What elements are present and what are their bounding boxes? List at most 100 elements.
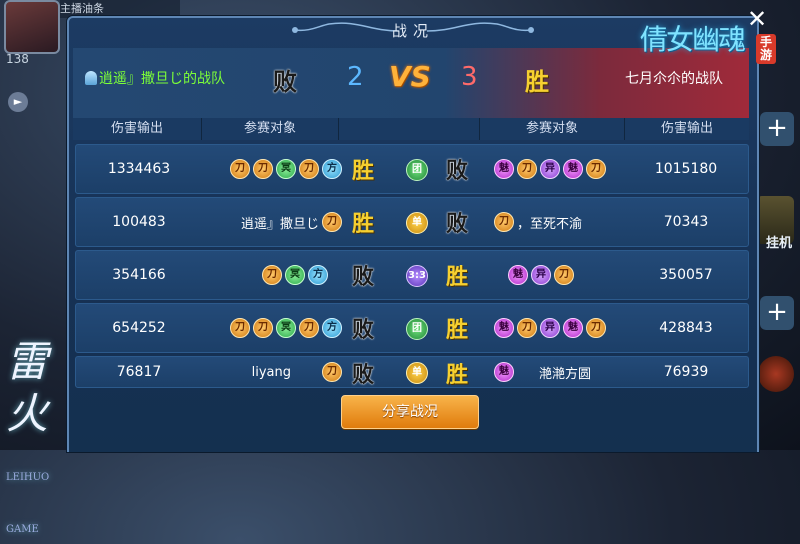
right-participants: 魅 滟滟方圆	[488, 357, 628, 387]
close-icon[interactable]: ✕	[744, 6, 770, 32]
right-team-name: 七月尒尒的战队	[625, 71, 723, 87]
left-team: 逍遥』撒旦じ的战队	[85, 68, 225, 88]
match-row[interactable]: 354166 刀 冥 方 败 3:3 胜 魅 异 刀 350057	[75, 250, 749, 300]
ming-class-icon: 冥	[276, 159, 296, 179]
match-row[interactable]: 654252 刀 刀 冥 刀 方 败 团 胜 魅 刀 异 魅 刀 428843	[75, 303, 749, 353]
yi-class-icon: 异	[531, 265, 551, 285]
mei-class-icon: 魅	[494, 318, 514, 338]
header-right-participants: 参赛对象	[480, 118, 625, 140]
right-result: 胜	[445, 362, 468, 388]
blade-class-icon: 刀	[253, 318, 273, 338]
player-count: 138	[6, 52, 29, 66]
ming-class-icon: 冥	[276, 318, 296, 338]
mei-class-icon: 魅	[508, 265, 528, 285]
match-row[interactable]: 100483 逍遥』撒旦じ 刀 胜 单 败 刀 ，至死不渝 70343	[75, 197, 749, 247]
left-player-name: 逍遥』撒旦じ	[240, 216, 319, 232]
left-result: 败	[351, 317, 374, 343]
right-result: 胜	[445, 317, 468, 343]
right-team-result: 胜	[525, 67, 549, 96]
right-damage: 428843	[659, 320, 713, 336]
left-participants: 刀 刀 冥 刀 方	[206, 145, 346, 193]
three-vs-three-mode-icon: 3:3	[406, 265, 428, 287]
left-participants: 刀 冥 方	[206, 251, 346, 299]
mei-class-icon: 魅	[494, 362, 514, 382]
mei-class-icon: 魅	[563, 318, 583, 338]
left-damage: 354166	[112, 267, 166, 283]
right-team-score: 3	[461, 62, 478, 92]
left-damage: 1334463	[107, 161, 171, 177]
right-result: 胜	[445, 264, 468, 290]
game-logo-sub: 手游	[756, 34, 776, 64]
fang-class-icon: 方	[308, 265, 328, 285]
header-center	[339, 118, 480, 140]
team-mode-icon: 团	[406, 318, 428, 340]
team-mode-icon: 团	[406, 159, 428, 181]
blade-class-icon: 刀	[299, 318, 319, 338]
left-damage: 76817	[116, 364, 162, 380]
left-player-name: liyang	[251, 364, 291, 380]
left-result: 胜	[351, 211, 374, 237]
team-leader-icon	[85, 71, 97, 85]
plus-icon-2[interactable]: +	[760, 296, 794, 330]
player-avatar[interactable]	[4, 0, 60, 54]
ming-class-icon: 冥	[285, 265, 305, 285]
left-participants: 刀 刀 冥 刀 方	[206, 304, 346, 352]
header-right-damage: 伤害输出	[625, 118, 749, 140]
game-logo-title: 倩女幽魂	[640, 23, 746, 56]
right-player-name: 滟滟方圆	[539, 366, 592, 382]
blade-class-icon: 刀	[586, 159, 606, 179]
blade-class-icon: 刀	[322, 362, 342, 382]
left-team-score: 2	[347, 62, 364, 92]
left-participants: 逍遥』撒旦じ 刀	[206, 198, 346, 246]
vs-logo: VS	[389, 60, 431, 93]
right-participants: 刀 ，至死不渝	[488, 198, 628, 246]
mei-class-icon: 魅	[563, 159, 583, 179]
leihuo-logo-text: 雷火	[6, 337, 49, 438]
fang-class-icon: 方	[322, 318, 342, 338]
left-damage: 100483	[112, 214, 166, 230]
blade-class-icon: 刀	[230, 318, 250, 338]
blade-class-icon: 刀	[554, 265, 574, 285]
left-result: 败	[351, 264, 374, 290]
left-result: 败	[351, 362, 374, 388]
leihuo-logo-sub: LEIHUO GAME	[6, 472, 50, 535]
battle-status-panel: 战况 逍遥』撒旦じ的战队 败 2 VS 3 胜 七月尒尒的战队 伤害输出 参赛对…	[67, 16, 759, 452]
auto-battle-label: 挂机	[765, 236, 792, 251]
right-participants: 魅 异 刀	[488, 251, 628, 299]
right-damage: 70343	[663, 214, 709, 230]
left-damage: 654252	[112, 320, 166, 336]
blade-class-icon: 刀	[253, 159, 273, 179]
right-result: 败	[445, 158, 468, 184]
match-row[interactable]: 76817 liyang 刀 败 单 胜 魅 滟滟方圆 76939	[75, 356, 749, 388]
blade-class-icon: 刀	[494, 212, 514, 232]
mei-class-icon: 魅	[494, 159, 514, 179]
yi-class-icon: 异	[540, 318, 560, 338]
solo-mode-icon: 单	[406, 362, 428, 384]
skill-orb-icon[interactable]	[758, 356, 794, 392]
blade-class-icon: 刀	[230, 159, 250, 179]
right-participants: 魅 刀 异 魅 刀	[488, 145, 628, 193]
header-left-damage: 伤害输出	[73, 118, 202, 140]
left-participants: liyang 刀	[206, 357, 346, 387]
yi-class-icon: 异	[540, 159, 560, 179]
right-result: 败	[445, 211, 468, 237]
blade-class-icon: 刀	[517, 318, 537, 338]
plus-icon[interactable]: +	[760, 112, 794, 146]
left-team-result: 败	[273, 67, 297, 96]
blade-class-icon: 刀	[262, 265, 282, 285]
right-damage: 76939	[663, 364, 709, 380]
right-damage: 1015180	[654, 161, 718, 177]
blade-class-icon: 刀	[299, 159, 319, 179]
fang-class-icon: 方	[322, 159, 342, 179]
right-participants: 魅 刀 异 魅 刀	[488, 304, 628, 352]
header-left-participants: 参赛对象	[202, 118, 339, 140]
leihuo-logo: 雷火 LEIHUO GAME	[6, 336, 70, 535]
blade-class-icon: 刀	[586, 318, 606, 338]
left-team-name: 逍遥』撒旦じ的战队	[99, 71, 225, 87]
play-icon[interactable]: ►	[8, 92, 28, 112]
match-row[interactable]: 1334463 刀 刀 冥 刀 方 胜 团 败 魅 刀 异 魅 刀 101518…	[75, 144, 749, 194]
right-damage: 350057	[659, 267, 713, 283]
blade-class-icon: 刀	[517, 159, 537, 179]
right-player-name: ，至死不渝	[517, 216, 583, 232]
share-battle-button[interactable]: 分享战况	[341, 395, 479, 429]
